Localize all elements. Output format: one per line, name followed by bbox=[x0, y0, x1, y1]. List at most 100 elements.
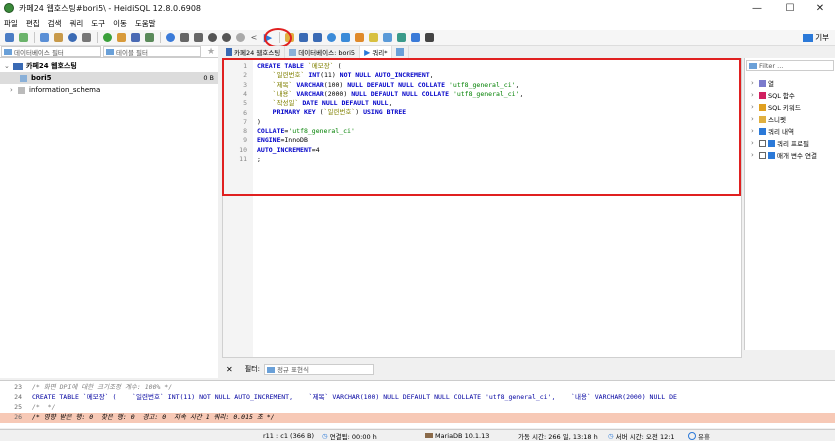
highlight-box bbox=[222, 58, 741, 196]
log-line: 24 CREATE TABLE `메모장` ( `일련번호` INT(11) NO… bbox=[14, 393, 677, 401]
play-icon: ▶ bbox=[364, 47, 371, 57]
clock-icon: ◷ bbox=[322, 431, 328, 440]
database-icon bbox=[18, 86, 25, 94]
menu-search[interactable]: 검색 bbox=[48, 18, 62, 29]
key-icon bbox=[759, 103, 766, 111]
check-icon[interactable] bbox=[234, 32, 246, 44]
first-icon[interactable] bbox=[178, 32, 190, 44]
tree-root[interactable]: ⌄ 카페24 웹호스팅 bbox=[0, 60, 218, 72]
expand-icon[interactable]: › bbox=[10, 86, 16, 94]
tab-database[interactable]: 데이터베이스: bori5 bbox=[285, 46, 361, 58]
session-manager-icon[interactable] bbox=[3, 32, 15, 44]
close-filter-icon[interactable]: ✕ bbox=[226, 365, 233, 374]
tab-query[interactable]: ▶ 쿼리* bbox=[360, 46, 393, 58]
helper-item-label: 열 bbox=[768, 80, 774, 88]
last-icon[interactable] bbox=[192, 32, 204, 44]
help-icon[interactable] bbox=[164, 32, 176, 44]
close-button[interactable]: ✕ bbox=[805, 0, 835, 16]
new-query-tab-button[interactable] bbox=[392, 46, 410, 58]
tree-item-bori5[interactable]: bori5 0 B bbox=[0, 72, 218, 84]
export-icon[interactable] bbox=[143, 32, 155, 44]
find-icon[interactable] bbox=[325, 32, 337, 44]
connected-status: ◷ 연결됨: 00:00 h bbox=[322, 431, 377, 441]
menu-tools[interactable]: 도구 bbox=[91, 18, 105, 29]
idle-status: 유휴 bbox=[688, 431, 710, 441]
helper-filter-input[interactable]: Filter ... bbox=[746, 60, 834, 71]
helper-item[interactable]: › 쿼리 내역 bbox=[751, 126, 794, 136]
table-filter-input[interactable]: 테이블 필터 bbox=[103, 46, 201, 57]
import-icon[interactable] bbox=[129, 32, 141, 44]
helper-item[interactable]: › 쿼리 프로필 bbox=[751, 138, 809, 148]
checkbox[interactable] bbox=[759, 151, 766, 159]
tab-host[interactable]: 카페24 웹호스팅 bbox=[222, 46, 286, 58]
prefs-icon[interactable] bbox=[367, 32, 379, 44]
idle-circle-icon bbox=[688, 431, 696, 440]
expand-icon[interactable]: › bbox=[751, 139, 757, 147]
helper-item[interactable]: › SQL 키워드 bbox=[751, 102, 801, 112]
menu-help[interactable]: 도움말 bbox=[135, 18, 156, 29]
refresh-icon[interactable] bbox=[101, 32, 113, 44]
expand-icon[interactable]: › bbox=[751, 115, 757, 123]
paste-icon[interactable] bbox=[52, 32, 64, 44]
function-icon bbox=[759, 91, 766, 99]
menu-query[interactable]: 쿼리 bbox=[69, 18, 83, 29]
delete-icon[interactable] bbox=[220, 32, 232, 44]
run-highlight-circle bbox=[264, 28, 292, 48]
database-filter-icon bbox=[4, 49, 12, 55]
log-line: 23/* 화면 DPI에 대한 크기조정 계수: 100% */ bbox=[14, 383, 173, 391]
database-icon bbox=[20, 74, 27, 82]
sql-log[interactable]: 23/* 화면 DPI에 대한 크기조정 계수: 100% */ 24 CREATE… bbox=[0, 380, 835, 428]
helper-item-label: SQL 함수 bbox=[768, 92, 795, 100]
undo-icon[interactable] bbox=[66, 32, 78, 44]
copy-icon[interactable] bbox=[38, 32, 50, 44]
helper-item[interactable]: › 열 bbox=[751, 78, 774, 88]
maximize-button[interactable]: ☐ bbox=[775, 0, 805, 16]
collapse-icon[interactable]: ⌄ bbox=[4, 62, 10, 70]
host-icon bbox=[226, 48, 232, 56]
menu-go[interactable]: 이동 bbox=[113, 18, 127, 29]
helper-item-label: 쿼리 프로필 bbox=[777, 140, 809, 148]
helper-item[interactable]: › 스니펫 bbox=[751, 114, 786, 124]
database-tree: ⌄ 카페24 웹호스팅 bori5 0 B › information_sche… bbox=[0, 58, 218, 378]
expand-icon[interactable]: › bbox=[751, 151, 757, 159]
info-icon[interactable] bbox=[409, 32, 421, 44]
tree-item-label: information_schema bbox=[29, 86, 101, 94]
expand-icon[interactable]: › bbox=[751, 127, 757, 135]
expand-icon[interactable]: › bbox=[751, 103, 757, 111]
server-time: ◷ 서버 시간: 오전 12:1 bbox=[608, 431, 675, 441]
helper-item[interactable]: › 매개 변수 연결 bbox=[751, 150, 817, 160]
minimize-button[interactable]: — bbox=[742, 0, 772, 16]
menu-edit[interactable]: 편집 bbox=[26, 18, 40, 29]
replace-icon[interactable] bbox=[339, 32, 351, 44]
expand-icon[interactable]: › bbox=[751, 79, 757, 87]
close-tab-icon[interactable] bbox=[423, 32, 435, 44]
helper-item-label: 매개 변수 연결 bbox=[777, 152, 818, 160]
format-icon[interactable] bbox=[353, 32, 365, 44]
helper-item[interactable]: › SQL 함수 bbox=[751, 90, 795, 100]
back-icon[interactable]: < bbox=[248, 32, 260, 44]
star-icon[interactable]: ★ bbox=[207, 47, 215, 57]
tree-item-information-schema[interactable]: › information_schema bbox=[0, 84, 218, 96]
database-filter-input[interactable]: 데이터베이스 필터 bbox=[1, 46, 101, 57]
wrap-icon[interactable] bbox=[395, 32, 407, 44]
status-bar: r11 : c1 (366 B) ◷ 연결됨: 00:00 h MariaDB … bbox=[0, 429, 835, 441]
checkbox[interactable] bbox=[759, 139, 766, 147]
helper-item-label: SQL 키워드 bbox=[768, 104, 801, 112]
users-icon[interactable] bbox=[115, 32, 127, 44]
regex-filter-input[interactable]: 정규 표현식 bbox=[263, 363, 374, 375]
app-icon bbox=[4, 3, 14, 13]
add-icon[interactable] bbox=[206, 32, 218, 44]
binary-icon[interactable] bbox=[381, 32, 393, 44]
new-connection-icon[interactable] bbox=[17, 32, 29, 44]
save-icon[interactable] bbox=[297, 32, 309, 44]
folder-icon bbox=[759, 115, 766, 123]
main-tabs: 카페24 웹호스팅 데이터베이스: bori5 ▶ 쿼리* bbox=[218, 46, 835, 58]
helper-panel: Filter ... › 열 › SQL 함수 › SQL 키워드 › 스니펫 › 쿼리 내역 › 쿼… bbox=[744, 58, 835, 350]
print-icon[interactable] bbox=[80, 32, 92, 44]
menu-file[interactable]: 파일 bbox=[4, 18, 18, 29]
profile-icon bbox=[768, 139, 775, 147]
donate-button[interactable]: 기부 bbox=[803, 32, 829, 43]
expand-icon[interactable]: › bbox=[751, 91, 757, 99]
server-uptime: 가동 시간: 266 일, 13:18 h bbox=[518, 432, 598, 441]
save-as-icon[interactable] bbox=[311, 32, 323, 44]
